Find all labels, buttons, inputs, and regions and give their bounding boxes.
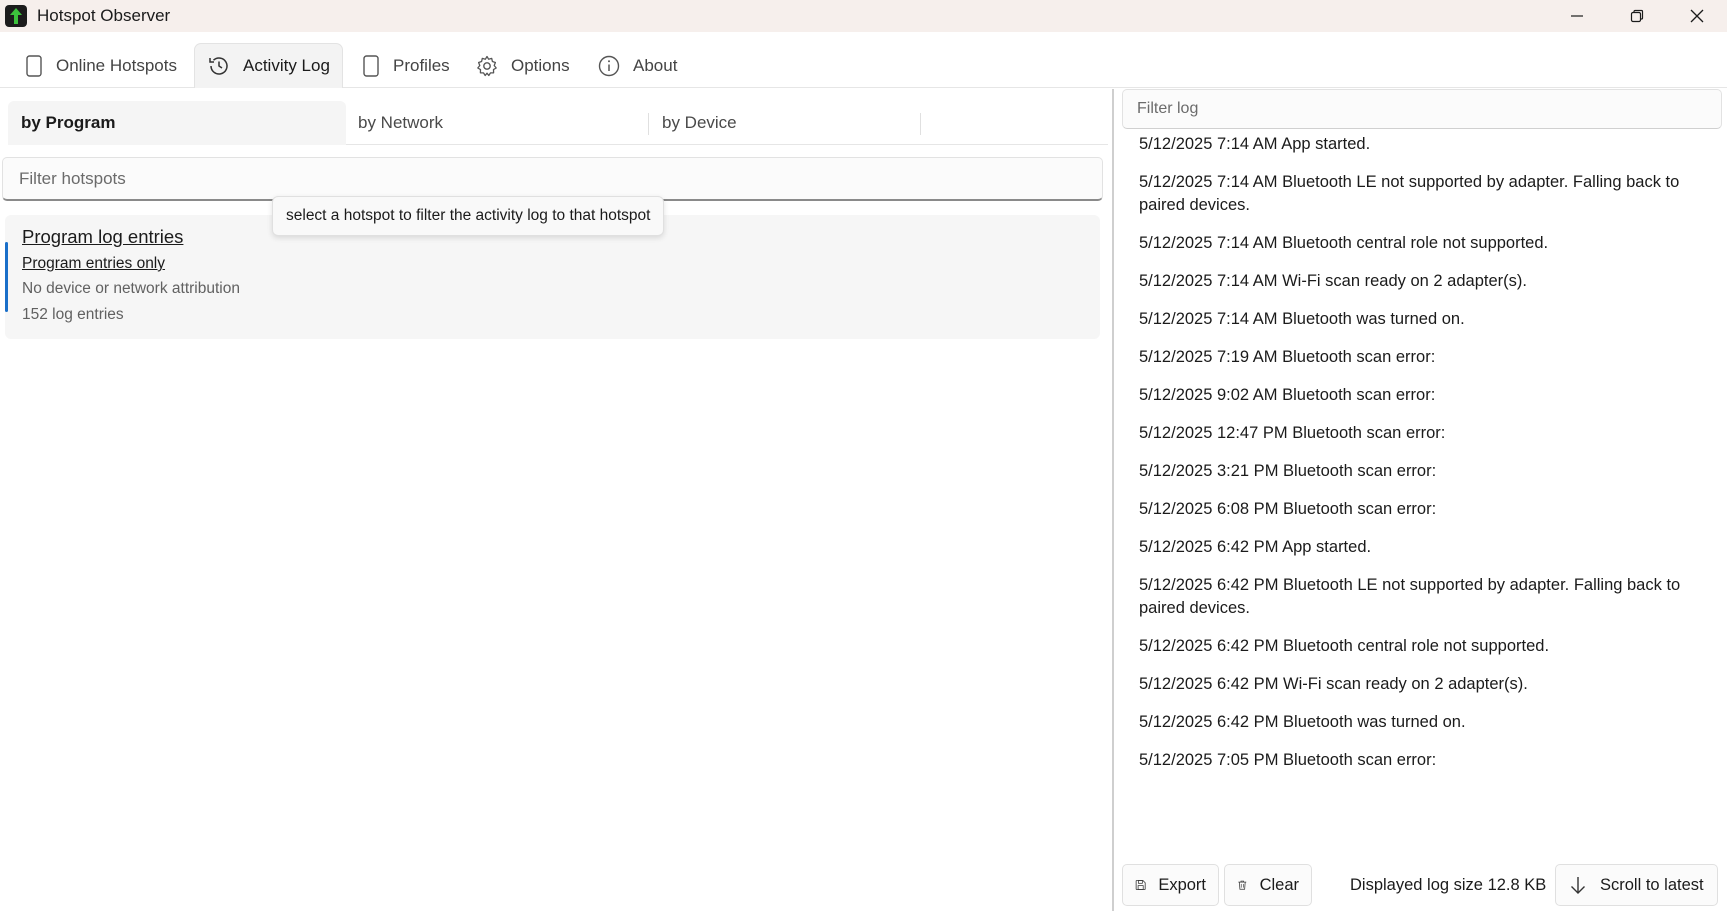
app-logo-icon — [5, 5, 27, 27]
log-entry: 5/12/2025 7:14 AM Bluetooth LE not suppo… — [1139, 173, 1680, 214]
log-entry: 5/12/2025 7:14 AM Bluetooth central role… — [1139, 234, 1549, 252]
scroll-label: Scroll to latest — [1600, 875, 1704, 894]
subtab-by-device[interactable]: by Device — [649, 101, 919, 145]
save-icon — [1135, 880, 1146, 890]
window-controls — [1547, 0, 1727, 32]
close-button[interactable] — [1667, 0, 1727, 32]
export-label: Export — [1158, 875, 1206, 894]
arrow-down-icon — [1571, 877, 1585, 894]
filter-log-input[interactable] — [1122, 89, 1722, 129]
tab-activity-log[interactable]: Activity Log — [194, 43, 343, 88]
log-entry: 5/12/2025 6:42 PM Bluetooth was turned o… — [1139, 713, 1466, 731]
scroll-to-latest-button[interactable]: Scroll to latest — [1555, 864, 1718, 906]
window-title: Hotspot Observer — [37, 6, 171, 25]
log-entry: 5/12/2025 12:47 PM Bluetooth scan error: — [1139, 424, 1446, 442]
tab-about[interactable]: About — [585, 43, 689, 88]
title-bar: Hotspot Observer — [0, 0, 1727, 32]
history-icon — [209, 57, 228, 75]
tab-profiles[interactable]: Profiles — [349, 43, 462, 88]
tab-online-hotspots[interactable]: Online Hotspots — [12, 43, 189, 88]
tab-label: Profiles — [393, 55, 450, 75]
subtab-label: by Network — [358, 113, 444, 132]
grouping-tabs: by Program by Network by Device — [8, 101, 1108, 145]
gear-icon — [477, 55, 497, 76]
log-entry: 5/12/2025 9:02 AM Bluetooth scan error: — [1139, 386, 1436, 404]
subtab-by-network[interactable]: by Network — [345, 101, 645, 145]
main-tab-bar: Online Hotspots Activity Log Profiles Op… — [0, 32, 1727, 88]
log-entry: 5/12/2025 7:05 PM Bluetooth scan error: — [1139, 751, 1437, 769]
phone-icon — [363, 54, 379, 77]
hotspot-tooltip: select a hotspot to filter the activity … — [272, 196, 665, 236]
log-entry: 5/12/2025 6:42 PM App started. — [1139, 538, 1372, 556]
clear-button[interactable]: Clear — [1224, 864, 1312, 906]
log-size-label: Displayed log size 12.8 KB — [1350, 875, 1547, 894]
log-entry: 5/12/2025 7:14 AM Bluetooth was turned o… — [1139, 310, 1465, 328]
export-button[interactable]: Export — [1122, 864, 1219, 906]
tab-label: Online Hotspots — [56, 55, 177, 75]
tab-label: About — [633, 55, 678, 75]
log-entry: 5/12/2025 6:42 PM Bluetooth central role… — [1139, 637, 1550, 655]
close-icon — [1690, 9, 1704, 23]
info-icon — [598, 55, 620, 76]
log-entry: 5/12/2025 6:42 PM Wi-Fi scan ready on 2 … — [1139, 675, 1528, 693]
hotspot-subtitle: Program entries only — [22, 255, 166, 272]
log-entry: 5/12/2025 7:19 AM Bluetooth scan error: — [1139, 348, 1436, 366]
tab-options[interactable]: Options — [463, 43, 582, 88]
log-entry: 5/12/2025 6:08 PM Bluetooth scan error: — [1139, 500, 1437, 518]
trash-icon — [1238, 880, 1247, 890]
filter-hotspots-input[interactable] — [2, 157, 1103, 201]
log-toolbar: Export Clear Displayed log size 12.8 KB … — [1122, 864, 1727, 906]
restore-icon — [1630, 9, 1644, 23]
tab-label: Activity Log — [243, 56, 330, 75]
subtab-label: by Device — [662, 113, 737, 132]
hotspot-entry-count: 152 log entries — [22, 306, 124, 323]
restore-button[interactable] — [1607, 0, 1667, 32]
log-entry: 5/12/2025 3:21 PM Bluetooth scan error: — [1139, 462, 1437, 480]
log-entry: 5/12/2025 7:14 AM App started. — [1139, 135, 1371, 153]
log-entry: 5/12/2025 6:42 PM Bluetooth LE not suppo… — [1139, 576, 1681, 617]
log-entry: 5/12/2025 7:14 AM Wi-Fi scan ready on 2 … — [1139, 272, 1527, 290]
hotspot-pane: by Program by Network by Device select a… — [0, 89, 1112, 911]
minimize-icon — [1571, 15, 1583, 17]
hotspot-title: Program log entries — [22, 226, 184, 247]
clear-label: Clear — [1259, 875, 1299, 894]
minimize-button[interactable] — [1547, 0, 1607, 32]
selection-indicator — [5, 242, 8, 312]
subtab-divider — [920, 113, 921, 135]
subtab-by-program[interactable]: by Program — [8, 101, 346, 145]
phone-icon — [26, 54, 42, 77]
log-pane: 5/12/2025 7:14 AM App started. 5/12/2025… — [1114, 89, 1727, 911]
hotspot-attribution: No device or network attribution — [22, 280, 240, 297]
tab-label: Options — [511, 55, 570, 75]
subtab-label: by Program — [21, 113, 116, 132]
log-list: 5/12/2025 7:14 AM App started. 5/12/2025… — [1139, 133, 1714, 911]
